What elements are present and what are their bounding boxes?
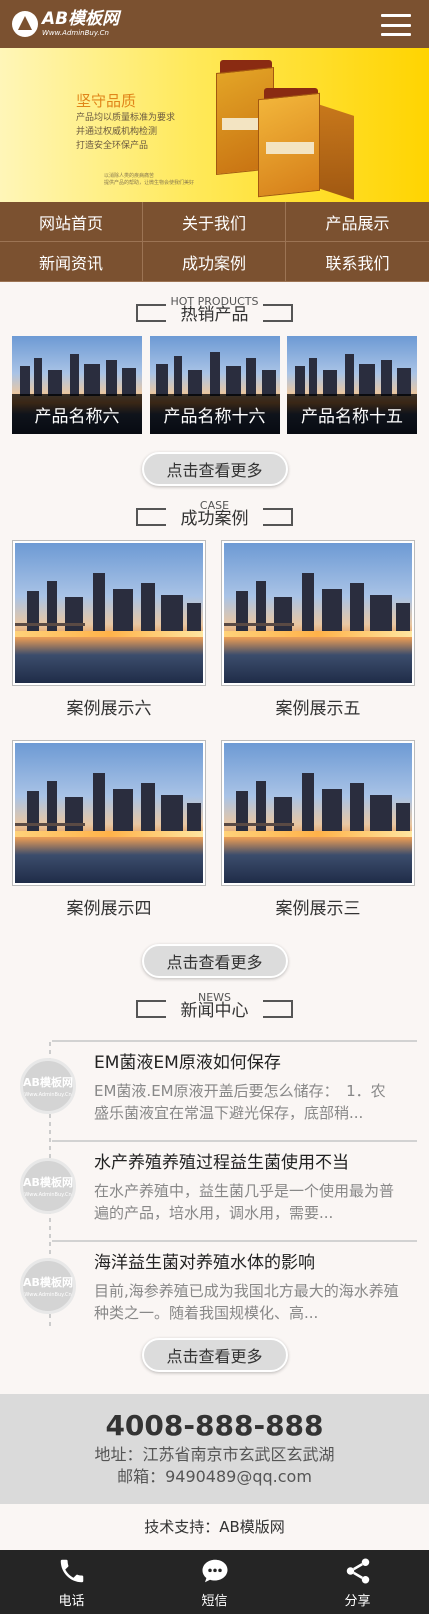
thumb-logo-text: AB模板网: [23, 1176, 73, 1189]
bottom-bar-label: 分享: [344, 1593, 371, 1609]
banner-small-text: 以消除人类的疾病痛苦 提供产品的帮助，让微生物会使我们美好: [104, 173, 194, 187]
case-image: [221, 540, 415, 686]
banner-text: 坚守品质 产品均以质量标准为要求 并通过权威机构检测 打造安全环保产品: [76, 94, 175, 153]
message-icon: [202, 1559, 227, 1582]
case-image: [221, 740, 415, 886]
hamburger-menu-icon[interactable]: [381, 14, 411, 36]
site-logo[interactable]: AB模板网 Www.AdminBuy.Cn: [12, 11, 119, 37]
news-section-title: NEWS 新闻中心: [0, 978, 429, 1024]
share-icon: [346, 1558, 369, 1583]
news-title: EM菌液EM原液如何保存: [94, 1053, 281, 1073]
footer-address: 地址：江苏省南京市玄武区玄武湖: [94, 1445, 335, 1464]
news-thumbnail: AB模板网 Www.AdminBuy.Cn: [20, 1058, 76, 1114]
case-card[interactable]: 案例展示六: [12, 540, 206, 740]
news-item[interactable]: AB模板网 Www.AdminBuy.Cn 水产养殖养殖过程益生菌使用不当 在水…: [12, 1130, 417, 1230]
news-item[interactable]: AB模板网 Www.AdminBuy.Cn EM菌液EM原液如何保存 EM菌液.…: [12, 1030, 417, 1130]
products-more-button[interactable]: 点击查看更多: [141, 452, 288, 486]
thumb-logo-text: AB模板网: [23, 1076, 73, 1089]
footer-contact: 4008-888-888 地址：江苏省南京市玄武区玄武湖 邮箱：9490489@…: [0, 1394, 429, 1504]
banner-small-line: 以消除人类的疾病痛苦: [104, 173, 155, 179]
bottom-bar-message[interactable]: 短信: [143, 1550, 286, 1614]
logo-title: AB模板网: [42, 9, 120, 29]
thumb-logo-sub: Www.AdminBuy.Cn: [24, 1192, 72, 1198]
header: AB模板网 Www.AdminBuy.Cn: [0, 0, 429, 48]
case-list: 案例展示六 案例展示五 案例展示四 案例展示三: [0, 532, 429, 940]
logo-mark-icon: [12, 11, 38, 37]
product-box-label: [266, 142, 314, 154]
products-more-wrap: 点击查看更多: [0, 434, 429, 486]
thumb-logo-sub: Www.AdminBuy.Cn: [24, 1092, 72, 1098]
tech-support: 技术支持：AB模版网: [144, 1518, 285, 1536]
thumb-logo-sub: Www.AdminBuy.Cn: [24, 1292, 72, 1298]
cases-more-button[interactable]: 点击查看更多: [141, 944, 288, 978]
main-nav: 网站首页 关于我们 产品展示 新闻资讯 成功案例 联系我们: [0, 202, 429, 282]
products-section-title: HOT PRODUCTS 热销产品: [0, 282, 429, 328]
banner-line: 并通过权威机构检测: [76, 127, 158, 137]
logo-subtitle: Www.AdminBuy.Cn: [42, 29, 109, 37]
cases-section-title: CASE 成功案例: [0, 486, 429, 532]
phone-icon: [60, 1559, 83, 1582]
banner-line: 打造安全环保产品: [76, 141, 149, 151]
case-title: 案例展示六: [66, 699, 152, 719]
bottom-bar-share[interactable]: 分享: [286, 1550, 429, 1614]
product-card[interactable]: 产品名称六: [12, 336, 142, 434]
footer-email[interactable]: 邮箱：9490489@qq.com: [0, 1466, 429, 1488]
news-desc: 在水产养殖中，益生菌几乎是一个使用最为普遍的产品，培水用，调水用，需要...: [94, 1182, 395, 1222]
product-card[interactable]: 产品名称十五: [287, 336, 417, 434]
case-image: [12, 740, 206, 886]
section-title-cn: 成功案例: [180, 509, 249, 529]
banner-small-line: 提供产品的帮助，让微生物会使我们美好: [104, 180, 195, 186]
cases-more-wrap: 点击查看更多: [0, 940, 429, 978]
section-title-cn: 新闻中心: [180, 1001, 249, 1021]
nav-home[interactable]: 网站首页: [0, 202, 143, 242]
news-more-wrap: 点击查看更多: [0, 1330, 429, 1372]
product-list: 产品名称六 产品名称十六 产品名称十五: [0, 328, 429, 434]
news-desc: 目前,海参养殖已成为我国北方最大的海水养殖种类之一。随着我国规模化、高...: [94, 1282, 399, 1322]
news-title: 海洋益生菌对养殖水体的影响: [94, 1253, 315, 1273]
case-title: 案例展示四: [66, 899, 152, 919]
product-name: 产品名称十六: [149, 394, 280, 434]
banner-line: 产品均以质量标准为要求: [76, 113, 176, 123]
product-name: 产品名称十五: [287, 394, 417, 434]
banner-headline: 坚守品质: [76, 92, 137, 110]
product-box-side: [318, 104, 354, 200]
product-card[interactable]: 产品名称十六: [149, 336, 280, 434]
news-list: AB模板网 Www.AdminBuy.Cn EM菌液EM原液如何保存 EM菌液.…: [0, 1024, 429, 1330]
news-item[interactable]: AB模板网 Www.AdminBuy.Cn 海洋益生菌对养殖水体的影响 目前,海…: [12, 1230, 417, 1330]
case-title: 案例展示五: [275, 699, 361, 719]
case-title: 案例展示三: [275, 899, 361, 919]
bottom-bar-label: 短信: [201, 1593, 228, 1609]
nav-cases[interactable]: 成功案例: [143, 242, 286, 282]
bottom-bar-phone[interactable]: 电话: [0, 1550, 143, 1614]
section-title-cn: 热销产品: [180, 305, 249, 325]
thumb-logo-text: AB模板网: [23, 1276, 73, 1289]
product-name: 产品名称六: [12, 394, 142, 434]
bottom-bar: 电话 短信 分享: [0, 1550, 429, 1614]
footer-phone[interactable]: 4008-888-888: [0, 1408, 429, 1444]
nav-about[interactable]: 关于我们: [143, 202, 286, 242]
news-thumbnail: AB模板网 Www.AdminBuy.Cn: [20, 1158, 76, 1214]
bottom-bar-label: 电话: [58, 1593, 85, 1609]
news-more-button[interactable]: 点击查看更多: [141, 1338, 288, 1372]
case-card[interactable]: 案例展示五: [221, 540, 415, 740]
news-title: 水产养殖养殖过程益生菌使用不当: [94, 1153, 349, 1173]
hero-banner[interactable]: 坚守品质 产品均以质量标准为要求 并通过权威机构检测 打造安全环保产品 以消除人…: [0, 48, 429, 202]
nav-contact[interactable]: 联系我们: [286, 242, 429, 282]
case-image: [12, 540, 206, 686]
case-card[interactable]: 案例展示四: [12, 740, 206, 940]
nav-products[interactable]: 产品展示: [286, 202, 429, 242]
news-thumbnail: AB模板网 Www.AdminBuy.Cn: [20, 1258, 76, 1314]
news-desc: EM菌液.EM原液开盖后要怎么储存： 1．农盛乐菌液宜在常温下避光保存，底部稍.…: [94, 1082, 386, 1122]
nav-news[interactable]: 新闻资讯: [0, 242, 143, 282]
case-card[interactable]: 案例展示三: [221, 740, 415, 940]
